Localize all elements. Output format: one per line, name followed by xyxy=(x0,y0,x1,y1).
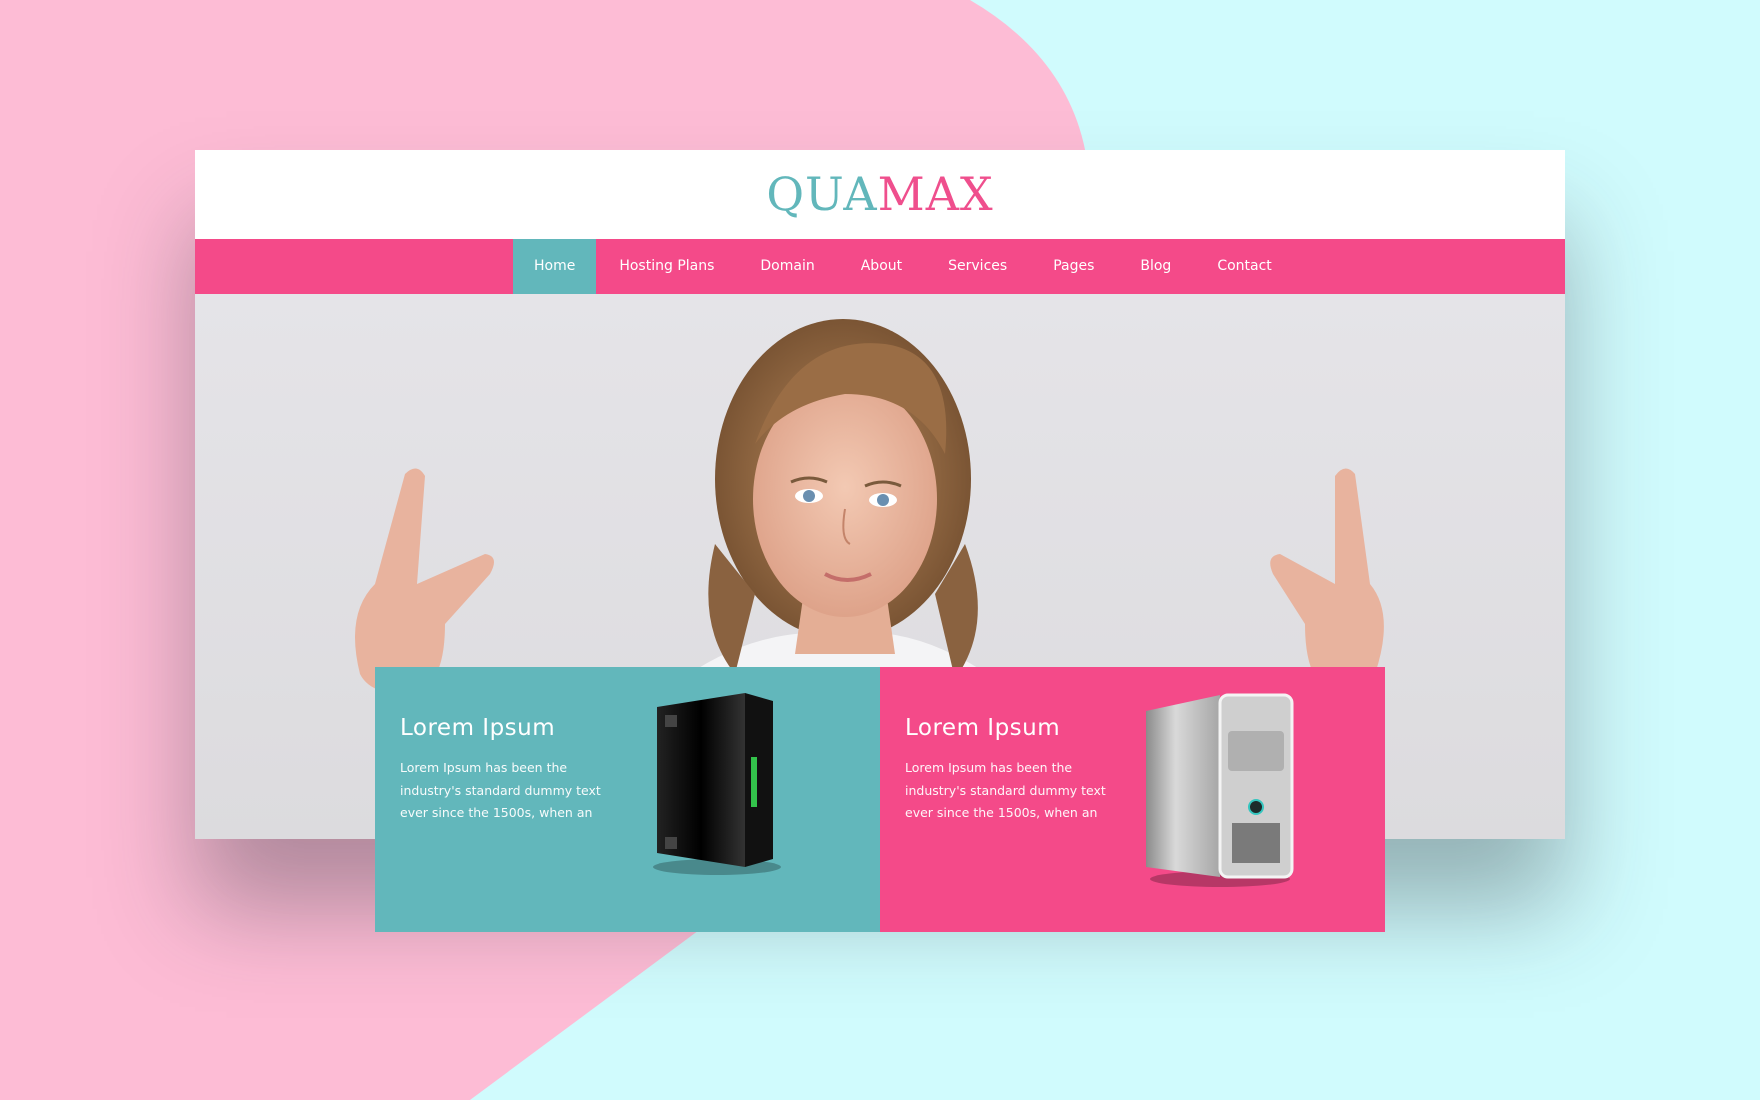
nav-list: Home Hosting Plans Domain About Services… xyxy=(513,239,1295,294)
feature-card-1[interactable]: Lorem Ipsum Lorem Ipsum has been the ind… xyxy=(375,667,880,932)
black-server-tower-image xyxy=(653,693,781,875)
logo-part-teal: QUA xyxy=(766,167,878,221)
silver-pc-tower-image xyxy=(1146,693,1294,887)
nav-item-blog[interactable]: Blog xyxy=(1117,239,1194,294)
nav-item-home[interactable]: Home xyxy=(513,239,597,294)
nav-item-hosting-plans[interactable]: Hosting Plans xyxy=(596,239,737,294)
card-title: Lorem Ipsum xyxy=(905,715,1061,741)
logo-part-pink: MAX xyxy=(877,167,994,221)
feature-card-2[interactable]: Lorem Ipsum Lorem Ipsum has been the ind… xyxy=(880,667,1385,932)
nav-item-about[interactable]: About xyxy=(838,239,925,294)
card-text: Lorem Ipsum has been the industry's stan… xyxy=(905,760,1106,820)
main-navigation: Home Hosting Plans Domain About Services… xyxy=(195,239,1565,294)
card-text: Lorem Ipsum has been the industry's stan… xyxy=(400,760,601,820)
nav-item-domain[interactable]: Domain xyxy=(737,239,837,294)
nav-item-contact[interactable]: Contact xyxy=(1194,239,1294,294)
card-title: Lorem Ipsum xyxy=(400,715,556,741)
feature-cards: Lorem Ipsum Lorem Ipsum has been the ind… xyxy=(375,667,1385,932)
logo[interactable]: QUAMAX xyxy=(195,166,1565,222)
header: QUAMAX xyxy=(195,150,1565,239)
nav-item-pages[interactable]: Pages xyxy=(1030,239,1117,294)
nav-item-services[interactable]: Services xyxy=(925,239,1030,294)
